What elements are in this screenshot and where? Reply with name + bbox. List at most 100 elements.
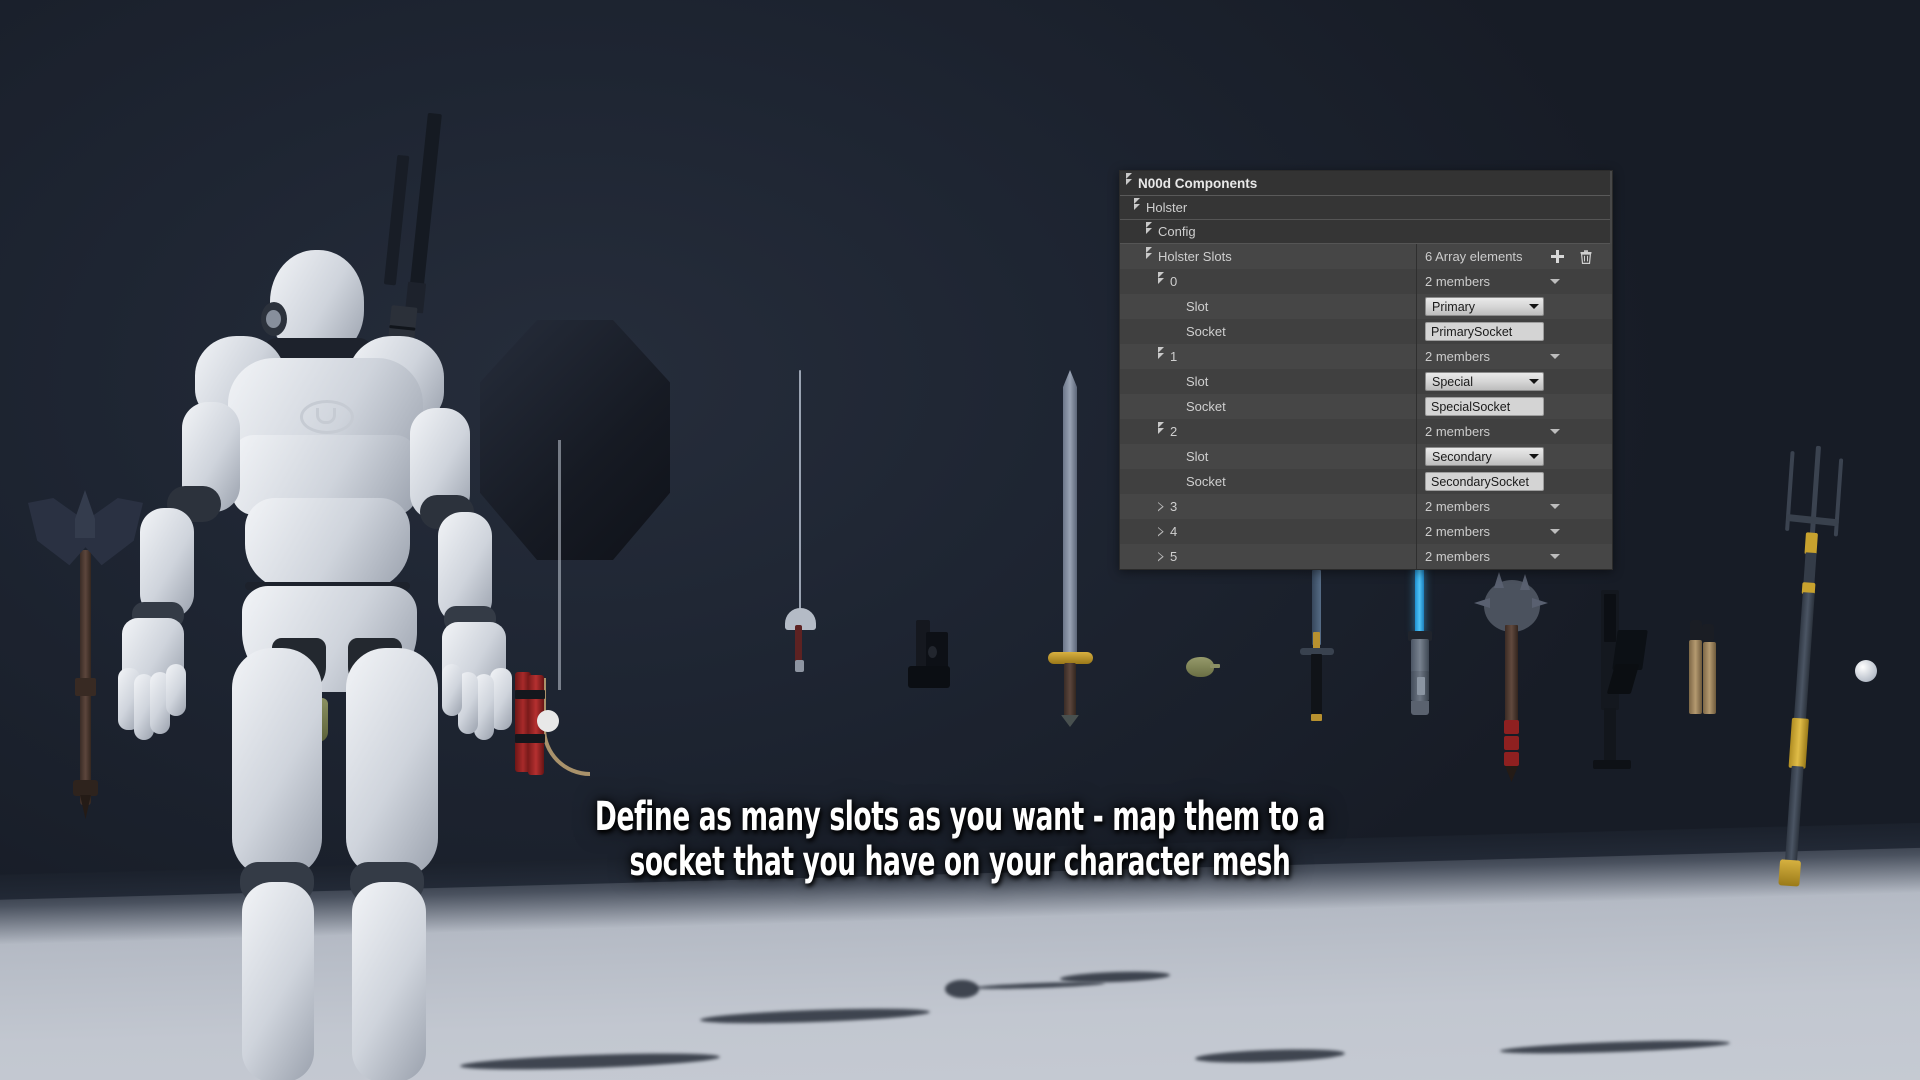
slot-dropdown-value: Secondary xyxy=(1432,449,1492,464)
expand-triangle-icon[interactable] xyxy=(1146,221,1152,234)
plus-icon[interactable] xyxy=(1550,250,1564,263)
chevron-down-icon xyxy=(1529,454,1539,459)
field-value-cell: Special xyxy=(1417,369,1612,394)
array-elements-count: 6 Array elements xyxy=(1425,249,1523,264)
slot-dropdown-value: Primary xyxy=(1432,299,1476,314)
field-label: Slot xyxy=(1186,449,1209,464)
prop-spiked-mace[interactable] xyxy=(1470,572,1548,790)
expand-triangle-icon[interactable] xyxy=(1146,246,1152,259)
element-index: 5 xyxy=(1170,549,1178,564)
socket-input-value: SecondarySocket xyxy=(1431,474,1529,489)
panel-title-label: N00d Components xyxy=(1138,175,1258,191)
array-element-row[interactable]: 1 2 members xyxy=(1120,344,1612,369)
field-row-socket[interactable]: Socket SpecialSocket xyxy=(1120,394,1612,419)
prop-ball[interactable] xyxy=(1855,660,1877,682)
array-element-row[interactable]: 0 2 members xyxy=(1120,269,1612,294)
chevron-down-icon[interactable] xyxy=(1550,279,1560,284)
expand-triangle-icon[interactable] xyxy=(1158,271,1164,284)
field-value-cell: Secondary xyxy=(1417,444,1612,469)
element-index: 3 xyxy=(1170,499,1178,514)
collapse-triangle-icon[interactable] xyxy=(1158,502,1164,512)
element-members-cell: 2 members xyxy=(1417,419,1612,444)
prop-longsword[interactable] xyxy=(1045,370,1095,730)
socket-input[interactable]: SecondarySocket xyxy=(1425,472,1544,491)
field-value-cell: SpecialSocket xyxy=(1417,394,1612,419)
field-label: Slot xyxy=(1186,299,1209,314)
expand-triangle-icon[interactable] xyxy=(1158,346,1164,359)
members-count: 2 members xyxy=(1425,549,1491,564)
element-index-cell: 2 xyxy=(1120,419,1417,444)
prop-katana[interactable] xyxy=(1300,570,1336,721)
collapse-triangle-icon[interactable] xyxy=(1158,552,1164,562)
members-count: 2 members xyxy=(1425,424,1491,439)
viewport-3d[interactable] xyxy=(0,0,1920,1080)
field-label: Slot xyxy=(1186,374,1209,389)
field-label-cell: Socket xyxy=(1120,394,1417,419)
socket-input-value: SpecialSocket xyxy=(1431,399,1511,414)
slot-dropdown[interactable]: Secondary xyxy=(1425,447,1544,466)
element-index-cell: 0 xyxy=(1120,269,1417,294)
prop-nunchaku[interactable] xyxy=(1682,620,1722,750)
field-label-cell: Slot xyxy=(1120,369,1417,394)
field-label-cell: Slot xyxy=(1120,294,1417,319)
prop-trident[interactable] xyxy=(1745,445,1865,893)
chevron-down-icon[interactable] xyxy=(1550,554,1560,559)
chevron-down-icon[interactable] xyxy=(1550,429,1560,434)
element-index: 2 xyxy=(1170,424,1178,439)
chevron-down-icon xyxy=(1529,304,1539,309)
category-row-holster[interactable]: Holster xyxy=(1120,196,1610,220)
array-element-row[interactable]: 5 2 members xyxy=(1120,544,1612,569)
prop-assault-rifle[interactable] xyxy=(1585,590,1655,780)
chevron-down-icon[interactable] xyxy=(1550,529,1560,534)
element-index-cell: 5 xyxy=(1120,544,1417,569)
details-panel[interactable]: N00d Components Holster Config Holster S… xyxy=(1119,170,1613,570)
array-header-value-cell: 6 Array elements xyxy=(1417,244,1612,269)
element-members-cell: 2 members xyxy=(1417,344,1612,369)
prop-lightsaber[interactable] xyxy=(1405,565,1435,725)
chevron-down-icon xyxy=(1529,379,1539,384)
field-value-cell: PrimarySocket xyxy=(1417,319,1612,344)
array-element-row[interactable]: 4 2 members xyxy=(1120,519,1612,544)
field-row-socket[interactable]: Socket PrimarySocket xyxy=(1120,319,1612,344)
element-index-cell: 3 xyxy=(1120,494,1417,519)
array-element-row[interactable]: 3 2 members xyxy=(1120,494,1612,519)
shadow-blob xyxy=(945,980,979,998)
socket-input[interactable]: PrimarySocket xyxy=(1425,322,1544,341)
element-index: 1 xyxy=(1170,349,1178,364)
category-label: Config xyxy=(1158,224,1196,239)
element-index-cell: 1 xyxy=(1120,344,1417,369)
chevron-down-icon[interactable] xyxy=(1550,354,1560,359)
category-label: Holster xyxy=(1146,200,1188,215)
field-value-cell: SecondarySocket xyxy=(1417,469,1612,494)
socket-input-value: PrimarySocket xyxy=(1431,324,1513,339)
prop-grenade[interactable] xyxy=(1186,655,1220,679)
field-row-slot[interactable]: Slot Primary xyxy=(1120,294,1612,319)
expand-triangle-icon[interactable] xyxy=(1158,421,1164,434)
socket-input[interactable]: SpecialSocket xyxy=(1425,397,1544,416)
field-row-slot[interactable]: Slot Secondary xyxy=(1120,444,1612,469)
field-label: Socket xyxy=(1186,474,1226,489)
expand-triangle-icon[interactable] xyxy=(1134,197,1140,210)
members-count: 2 members xyxy=(1425,349,1491,364)
trash-icon[interactable] xyxy=(1580,249,1592,264)
category-row-config[interactable]: Config xyxy=(1120,220,1610,244)
array-header-label-cell: Holster Slots xyxy=(1120,244,1417,269)
slot-dropdown[interactable]: Primary xyxy=(1425,297,1544,316)
field-row-socket[interactable]: Socket SecondarySocket xyxy=(1120,469,1612,494)
element-members-cell: 2 members xyxy=(1417,519,1612,544)
prop-rapier[interactable] xyxy=(780,370,820,690)
array-header-row[interactable]: Holster Slots 6 Array elements xyxy=(1120,244,1612,269)
chevron-down-icon[interactable] xyxy=(1550,504,1560,509)
field-label-cell: Socket xyxy=(1120,469,1417,494)
character-mannequin[interactable] xyxy=(118,250,590,1080)
prop-pistol[interactable] xyxy=(908,620,968,700)
field-row-slot[interactable]: Slot Special xyxy=(1120,369,1612,394)
members-count: 2 members xyxy=(1425,274,1491,289)
collapse-triangle-icon[interactable] xyxy=(1158,527,1164,537)
panel-title[interactable]: N00d Components xyxy=(1120,171,1610,196)
members-count: 2 members xyxy=(1425,524,1491,539)
slot-dropdown[interactable]: Special xyxy=(1425,372,1544,391)
element-members-cell: 2 members xyxy=(1417,269,1612,294)
expand-triangle-icon[interactable] xyxy=(1126,173,1132,185)
array-element-row[interactable]: 2 2 members xyxy=(1120,419,1612,444)
